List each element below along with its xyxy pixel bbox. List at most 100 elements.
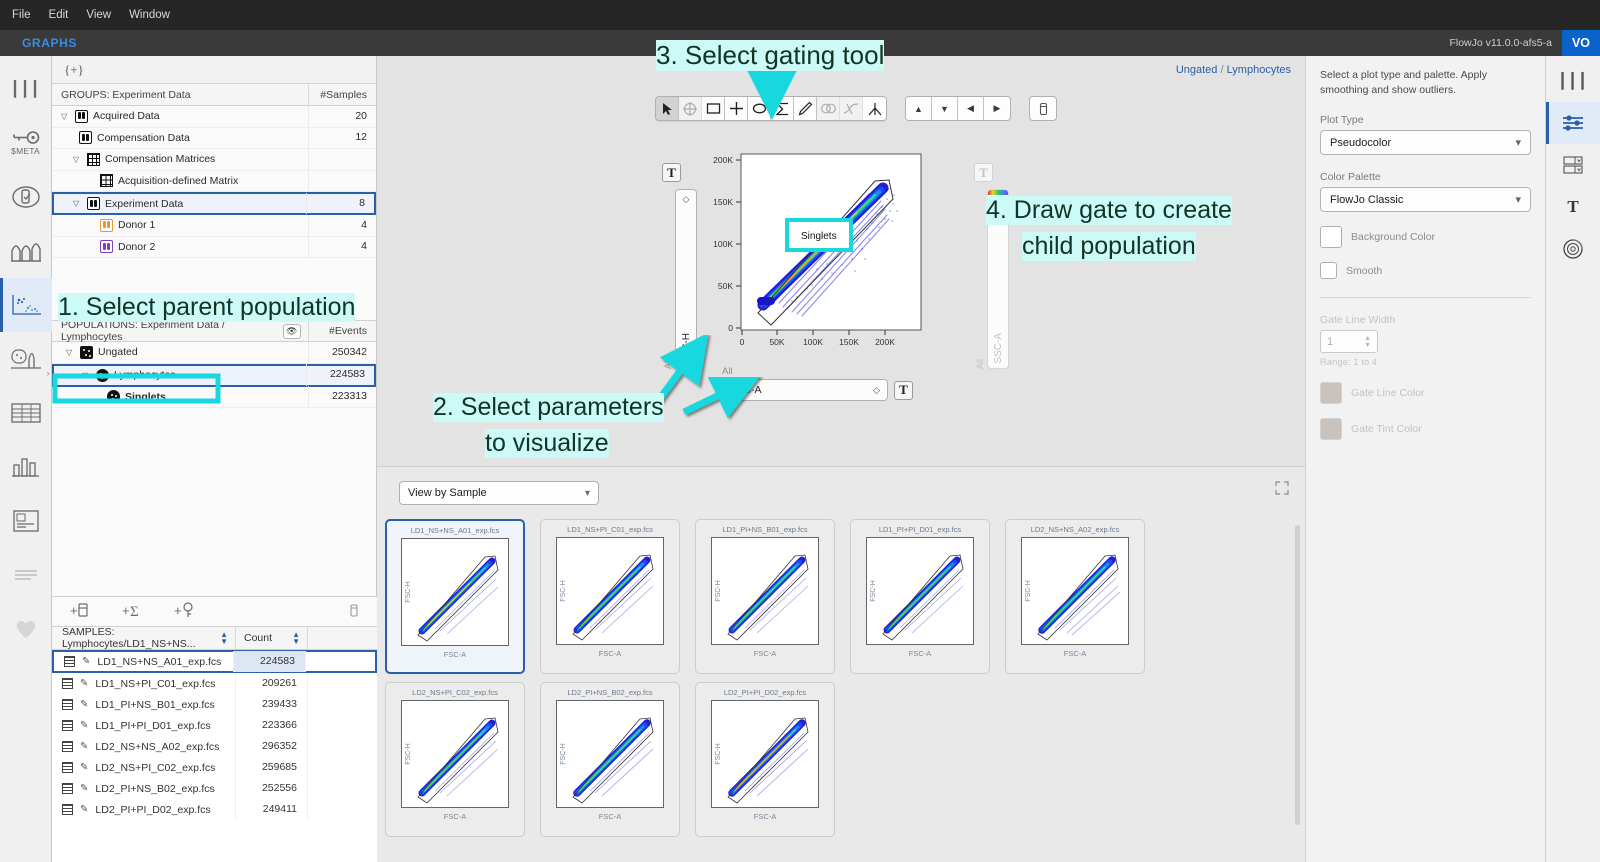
sidebar-item-histogram[interactable] — [0, 224, 52, 278]
edit-pencil-icon[interactable]: ✎ — [80, 804, 88, 815]
group-row-compensation-matrices[interactable]: ▽ Compensation Matrices — [52, 148, 376, 171]
thumbnail-scrollbar[interactable] — [1295, 525, 1300, 825]
eye-icon[interactable]: 👁 — [282, 323, 301, 339]
group-row-donor-1[interactable]: Donor 1 4 — [52, 214, 376, 237]
gate-tint-color-swatch[interactable] — [1320, 418, 1342, 441]
delete-sample-icon[interactable] — [349, 603, 359, 620]
quadrant-split-tool[interactable] — [863, 97, 886, 120]
freehand-gate-tool[interactable] — [794, 97, 817, 120]
y2-axis-t-button[interactable]: T — [974, 163, 993, 182]
thumbnail-card[interactable]: LD1_NS+PI_C01_exp.fcs FSC-H FSC-A — [540, 519, 680, 674]
thumbnail-card[interactable]: LD2_PI+PI_D02_exp.fcs FSC-H FSC-A — [695, 682, 835, 837]
rectangle-gate-tool[interactable] — [702, 97, 725, 120]
gate-line-width-stepper[interactable]: 1 ▲ ▼ — [1320, 330, 1378, 354]
sample-row[interactable]: ✎ LD1_NS+PI_C01_exp.fcs 209261 — [52, 673, 377, 694]
add-keyword-icon[interactable]: + — [174, 601, 196, 622]
tab-graphs[interactable]: GRAPHS — [0, 36, 77, 50]
stepper-arrows-icon[interactable]: ▲ ▼ — [1364, 335, 1371, 349]
thumbnail-card[interactable]: LD2_NS+PI_C02_exp.fcs FSC-H FSC-A — [385, 682, 525, 837]
gate-tint-color-row[interactable]: Gate Tint Color — [1320, 418, 1531, 441]
add-statistic-icon[interactable]: + Σ — [122, 601, 144, 622]
delete-gate-button[interactable] — [1029, 96, 1057, 121]
right-rail-settings[interactable] — [1545, 102, 1600, 144]
thumbnail-card[interactable]: LD2_NS+NS_A02_exp.fcs FSC-H FSC-A — [1005, 519, 1145, 674]
group-row-compensation-data[interactable]: Compensation Data 12 — [52, 127, 376, 149]
sort-toggle-name-icon[interactable]: ▲ ▼ — [220, 631, 228, 646]
thumbnail-card[interactable]: LD1_NS+NS_A01_exp.fcs FSC-H FSC-A — [385, 519, 525, 674]
sidebar-item-populations[interactable]: › — [0, 332, 52, 386]
disclosure-triangle-icon[interactable]: ▽ — [61, 112, 70, 121]
edit-pencil-icon[interactable]: ✎ — [82, 656, 90, 667]
group-row-experiment-data[interactable]: ▽ Experiment Data 8 — [52, 192, 376, 215]
add-group-button[interactable]: {+} — [64, 62, 84, 78]
menu-edit[interactable]: Edit — [49, 9, 69, 21]
disclosure-triangle-icon[interactable]: ▽ — [73, 199, 82, 208]
group-row-acquired-data[interactable]: ▽ Acquired Data 20 — [52, 105, 376, 128]
expand-icon[interactable] — [1275, 481, 1289, 495]
sort-toggle-count-icon[interactable]: ▲ ▼ — [292, 631, 300, 646]
pointer-tool[interactable] — [656, 97, 679, 120]
gate-line-color-swatch[interactable] — [1320, 382, 1342, 405]
disclosure-triangle-icon[interactable]: ▽ — [66, 348, 75, 357]
smooth-checkbox[interactable] — [1320, 262, 1337, 280]
thumbnail-card[interactable]: LD2_PI+NS_B02_exp.fcs FSC-H FSC-A — [540, 682, 680, 837]
group-row-donor-2[interactable]: Donor 2 4 — [52, 236, 376, 258]
menu-file[interactable]: File — [12, 9, 31, 21]
quadrant-gate-tool[interactable] — [725, 97, 748, 120]
population-row-ungated[interactable]: ▽ Ungated 250342 — [52, 341, 376, 364]
y-axis-t-button[interactable]: T — [662, 163, 681, 182]
right-rail-panels[interactable]: ┃┃┃ — [1546, 60, 1600, 102]
sidebar-item-compensation[interactable] — [0, 170, 52, 224]
edit-pencil-icon[interactable]: ✎ — [80, 720, 88, 731]
edit-pencil-icon[interactable]: ✎ — [80, 741, 88, 752]
edit-pencil-icon[interactable]: ✎ — [80, 678, 88, 689]
polygon-gate-tool[interactable] — [771, 97, 794, 120]
add-sample-icon[interactable]: + — [70, 601, 92, 622]
sidebar-item-favorites[interactable] — [0, 602, 52, 656]
sidebar-item-barchart[interactable] — [0, 440, 52, 494]
right-rail-text[interactable]: T — [1546, 186, 1600, 228]
sidebar-item-table[interactable] — [0, 386, 52, 440]
sample-row[interactable]: ✎ LD2_NS+NS_A02_exp.fcs 296352 — [52, 736, 377, 757]
nav-next-button[interactable]: ▶ — [984, 97, 1010, 120]
right-rail-axes[interactable] — [1546, 144, 1600, 186]
menu-view[interactable]: View — [86, 9, 111, 21]
boolean-gate-tool[interactable] — [817, 97, 840, 120]
nav-down-button[interactable]: ▼ — [932, 97, 958, 120]
population-row-lymphocytes[interactable]: ▽ Lymphocytes 224583 — [52, 363, 376, 387]
smooth-row[interactable]: Smooth — [1320, 262, 1531, 280]
y-axis-transform-button[interactable]: T — [662, 163, 681, 182]
breadcrumb-parent[interactable]: Ungated — [1176, 64, 1218, 76]
spline-gate-tool[interactable] — [840, 97, 863, 120]
sidebar-item-list[interactable] — [0, 548, 52, 602]
disclosure-triangle-icon[interactable]: ▽ — [82, 371, 91, 380]
sidebar-item-meta[interactable]: $META — [0, 116, 52, 170]
edit-pencil-icon[interactable]: ✎ — [80, 699, 88, 710]
sample-row[interactable]: ✎ LD2_PI+NS_B02_exp.fcs 252556 — [52, 778, 377, 799]
ellipse-gate-tool[interactable] — [748, 97, 771, 120]
right-rail-color[interactable] — [1546, 228, 1600, 270]
edit-pencil-icon[interactable]: ✎ — [80, 762, 88, 773]
background-color-row[interactable]: Background Color — [1320, 226, 1531, 249]
sample-row[interactable]: ✎ LD1_PI+PI_D01_exp.fcs 223366 — [52, 715, 377, 736]
y2-axis-transform-button[interactable]: T — [974, 163, 993, 182]
menu-window[interactable]: Window — [129, 9, 170, 21]
crosshair-tool[interactable] — [679, 97, 702, 120]
sidebar-item-graphs[interactable] — [0, 278, 52, 332]
sample-row[interactable]: ✎ LD1_NS+NS_A01_exp.fcs 224583 — [52, 650, 377, 673]
sidebar-item-layout[interactable] — [0, 494, 52, 548]
gate-label-box[interactable]: Singlets — [785, 218, 853, 252]
nav-prev-button[interactable]: ◀ — [958, 97, 984, 120]
breadcrumb-current[interactable]: Lymphocytes — [1227, 64, 1291, 76]
sample-row[interactable]: ✎ LD2_PI+PI_D02_exp.fcs 249411 — [52, 799, 377, 820]
thumbnail-card[interactable]: LD1_PI+PI_D01_exp.fcs FSC-H FSC-A — [850, 519, 990, 674]
y-param-select[interactable]: ◇ FSC-H — [675, 189, 697, 369]
background-color-swatch[interactable] — [1320, 226, 1342, 249]
group-row-acquisition-defined-matrix[interactable]: Acquisition-defined Matrix — [52, 170, 376, 192]
gate-line-color-row[interactable]: Gate Line Color — [1320, 382, 1531, 405]
thumbnail-card[interactable]: LD1_PI+NS_B01_exp.fcs FSC-H FSC-A — [695, 519, 835, 674]
sample-row[interactable]: ✎ LD2_NS+PI_C02_exp.fcs 259685 — [52, 757, 377, 778]
population-row-singlets[interactable]: Singlets 223313 — [52, 386, 376, 408]
sample-row[interactable]: ✎ LD1_PI+NS_B01_exp.fcs 239433 — [52, 694, 377, 715]
view-by-selector[interactable]: View by Sample ▾ — [399, 481, 599, 505]
